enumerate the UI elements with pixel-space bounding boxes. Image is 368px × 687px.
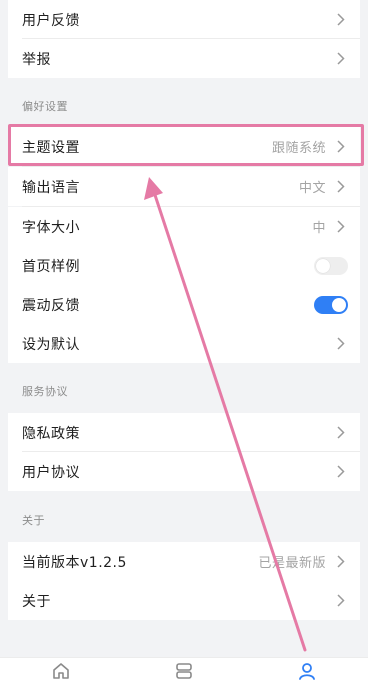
row-user-feedback[interactable]: 用户反馈	[8, 0, 360, 39]
row-label: 输出语言	[22, 179, 80, 196]
row-label: 隐私政策	[22, 425, 80, 442]
row-user-agreement[interactable]: 用户协议	[8, 452, 360, 491]
row-about[interactable]: 关于	[8, 581, 360, 620]
row-label: 主题设置	[22, 139, 80, 156]
row-value: 跟随系统	[271, 141, 326, 156]
vibration-toggle[interactable]	[314, 295, 348, 314]
tab-profile[interactable]	[245, 658, 368, 687]
chevron-right-icon	[334, 426, 348, 440]
toggle-knob	[316, 258, 330, 273]
section-header-preferences: 偏好设置	[8, 84, 360, 128]
row-set-default[interactable]: 设为默认	[8, 324, 360, 363]
row-vibration-feedback: 震动反馈	[8, 285, 360, 324]
row-value: 已是最新版	[258, 556, 326, 571]
chevron-right-icon	[334, 180, 348, 194]
row-value: 中	[312, 221, 326, 236]
person-icon	[297, 661, 317, 685]
row-value: 中文	[298, 181, 326, 196]
row-label: 用户协议	[22, 464, 80, 481]
chevron-right-icon	[334, 337, 348, 351]
row-label: 震动反馈	[22, 297, 80, 314]
tab-home[interactable]	[0, 658, 123, 687]
chevron-right-icon	[334, 13, 348, 27]
row-label: 关于	[22, 593, 51, 610]
row-output-language[interactable]: 输出语言 中文	[8, 167, 360, 206]
toggle-knob	[332, 297, 346, 312]
row-current-version[interactable]: 当前版本v1.2.5 已是最新版	[8, 542, 360, 581]
layers-icon	[174, 661, 194, 685]
chevron-right-icon	[334, 555, 348, 569]
row-label: 用户反馈	[22, 12, 80, 29]
row-font-size[interactable]: 字体大小 中	[8, 207, 360, 246]
row-label: 首页样例	[22, 258, 80, 275]
row-privacy-policy[interactable]: 隐私政策	[8, 413, 360, 452]
row-label: 设为默认	[22, 336, 80, 353]
row-label: 字体大小	[22, 219, 80, 236]
row-label: 举报	[22, 51, 51, 68]
bottom-tab-bar	[0, 657, 368, 687]
home-style-toggle[interactable]	[314, 256, 348, 275]
chevron-right-icon	[334, 465, 348, 479]
chevron-right-icon	[334, 52, 348, 66]
row-home-style: 首页样例	[8, 246, 360, 285]
home-icon	[51, 661, 71, 685]
chevron-right-icon	[334, 140, 348, 154]
tab-stack[interactable]	[123, 658, 246, 687]
row-report[interactable]: 举报	[8, 39, 360, 78]
settings-screen: 用户反馈 举报 偏好设置 主题设置 跟随系统 输出语言 中文 字体大小 中 首页…	[0, 0, 368, 687]
chevron-right-icon	[334, 594, 348, 608]
row-label: 当前版本v1.2.5	[22, 554, 127, 571]
row-theme-settings[interactable]: 主题设置 跟随系统	[8, 127, 360, 166]
section-header-service: 服务协议	[8, 369, 360, 413]
chevron-right-icon	[334, 220, 348, 234]
section-header-about: 关于	[8, 498, 360, 542]
